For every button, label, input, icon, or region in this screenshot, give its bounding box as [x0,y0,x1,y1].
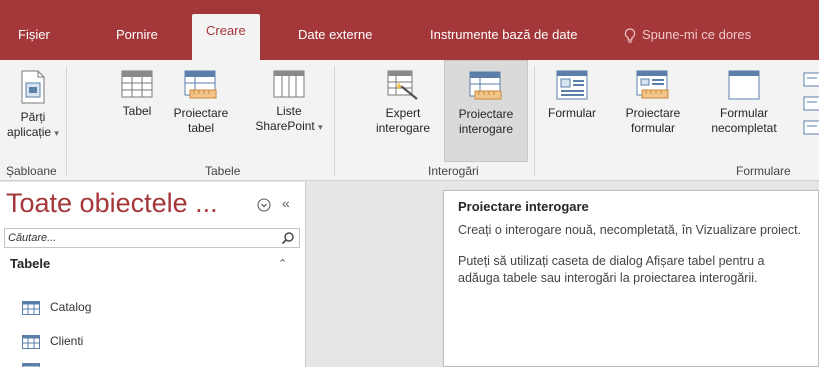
tab-creare[interactable]: Creare [192,14,260,61]
parti-aplicatie-button[interactable]: Părți aplicație ▾ [4,70,62,160]
collapse-group-icon[interactable]: ⌃ [278,257,287,270]
sharepoint-lists-icon [273,70,305,98]
tab-instrumente-baza-de-date[interactable]: Instrumente bază de date [430,22,577,48]
search-box [4,228,300,248]
application-parts-icon [21,70,45,104]
formular-necompletat-label2: necompletat [711,121,777,135]
tooltip-title: Proiectare interogare [458,199,589,214]
liste-sharepoint-label1: Liste [276,104,302,118]
nav-item-catalog[interactable]: Catalog [22,296,91,318]
nav-item-label: Catalog [50,300,92,314]
parti-aplicatie-label2: aplicație ▾ [7,125,59,139]
group-label-sabloane: Șabloane [6,164,57,178]
parti-aplicatie-label1: Părți [20,110,46,124]
navigation-form-icon [803,96,819,111]
table-icon [121,70,153,98]
tabel-button[interactable]: Tabel [112,70,162,160]
proiectare-interogare-button[interactable]: Proiectare interogare [444,60,528,162]
ribbon: Părți aplicație ▾ Tabel Proiectare tabel… [0,60,819,181]
tab-date-externe[interactable]: Date externe [298,22,372,48]
dropdown-caret-icon: ▾ [318,122,323,132]
table-icon [22,362,40,367]
liste-sharepoint-label2: SharePoint ▾ [255,119,323,133]
ribbon-tab-bar: Fișier Pornire Creare Date externe Instr… [0,0,819,61]
expert-interogare-button[interactable]: Expert interogare [362,70,444,160]
nav-item-label: Clienti [50,334,84,348]
group-label-tabele: Tabele [205,164,241,178]
formular-necompletat-button[interactable]: Formular necompletat [700,70,788,160]
lightbulb-icon [624,27,636,43]
table-icon [22,300,40,315]
search-input[interactable] [5,229,275,247]
proiectare-interogare-label2: interogare [458,122,514,136]
tabel-label: Tabel [122,104,152,118]
proiectare-tabel-label1: Proiectare [173,106,229,120]
more-forms-icon [803,120,819,135]
proiectare-formular-label1: Proiectare [625,106,681,120]
collapse-pane-icon[interactable]: « [282,195,290,211]
group-label-interogari: Interogări [428,164,479,178]
proiectare-tabel-label2: tabel [187,121,215,135]
more-form-buttons[interactable] [803,68,819,158]
form-icon [556,70,588,100]
dropdown-caret-icon: ▾ [54,128,59,138]
tell-me-text: Spune-mi ce dores [642,27,752,42]
formular-label: Formular [547,106,596,120]
group-header-tabele[interactable]: Tabele [10,256,50,271]
formular-necompletat-label1: Formular [719,106,768,120]
formular-button[interactable]: Formular [540,70,604,160]
query-design-icon [469,71,502,100]
tell-me-box[interactable]: Spune-mi ce dores [624,22,751,48]
proiectare-formular-label2: formular [630,121,675,135]
nav-item-partial[interactable] [22,358,50,367]
tooltip-paragraph-2: Puteți să utilizați caseta de dialog Afi… [458,254,765,285]
navigation-pane: Toate obiectele ... « Tabele ⌃ Catalog C… [0,182,306,367]
tab-fisier[interactable]: Fișier [18,22,50,48]
form-wizard-icon [803,72,819,87]
group-label-formulare: Formulare [736,164,791,178]
expert-interogare-label2: interogare [375,121,431,135]
form-design-icon [636,70,669,99]
nav-item-clienti[interactable]: Clienti [22,330,83,352]
proiectare-formular-button[interactable]: Proiectare formular [614,70,692,160]
nav-pane-title[interactable]: Toate obiectele ... [6,188,218,219]
proiectare-interogare-label1: Proiectare [458,107,514,121]
tab-pornire[interactable]: Pornire [116,22,158,48]
expert-interogare-label1: Expert [385,106,421,120]
table-icon [22,334,40,349]
search-icon[interactable] [281,231,295,245]
tooltip: Proiectare interogare Creați o interogar… [443,190,819,367]
tooltip-paragraph-1: Creați o interogare nouă, necompletată, … [458,223,802,237]
separator [66,66,67,176]
query-wizard-icon [387,70,418,100]
nav-pane-menu-icon[interactable] [257,198,271,212]
table-design-icon [184,70,217,99]
separator [334,66,335,176]
separator [534,66,535,176]
blank-form-icon [728,70,760,100]
liste-sharepoint-button[interactable]: Liste SharePoint ▾ [252,70,326,160]
proiectare-tabel-button[interactable]: Proiectare tabel [170,70,232,160]
